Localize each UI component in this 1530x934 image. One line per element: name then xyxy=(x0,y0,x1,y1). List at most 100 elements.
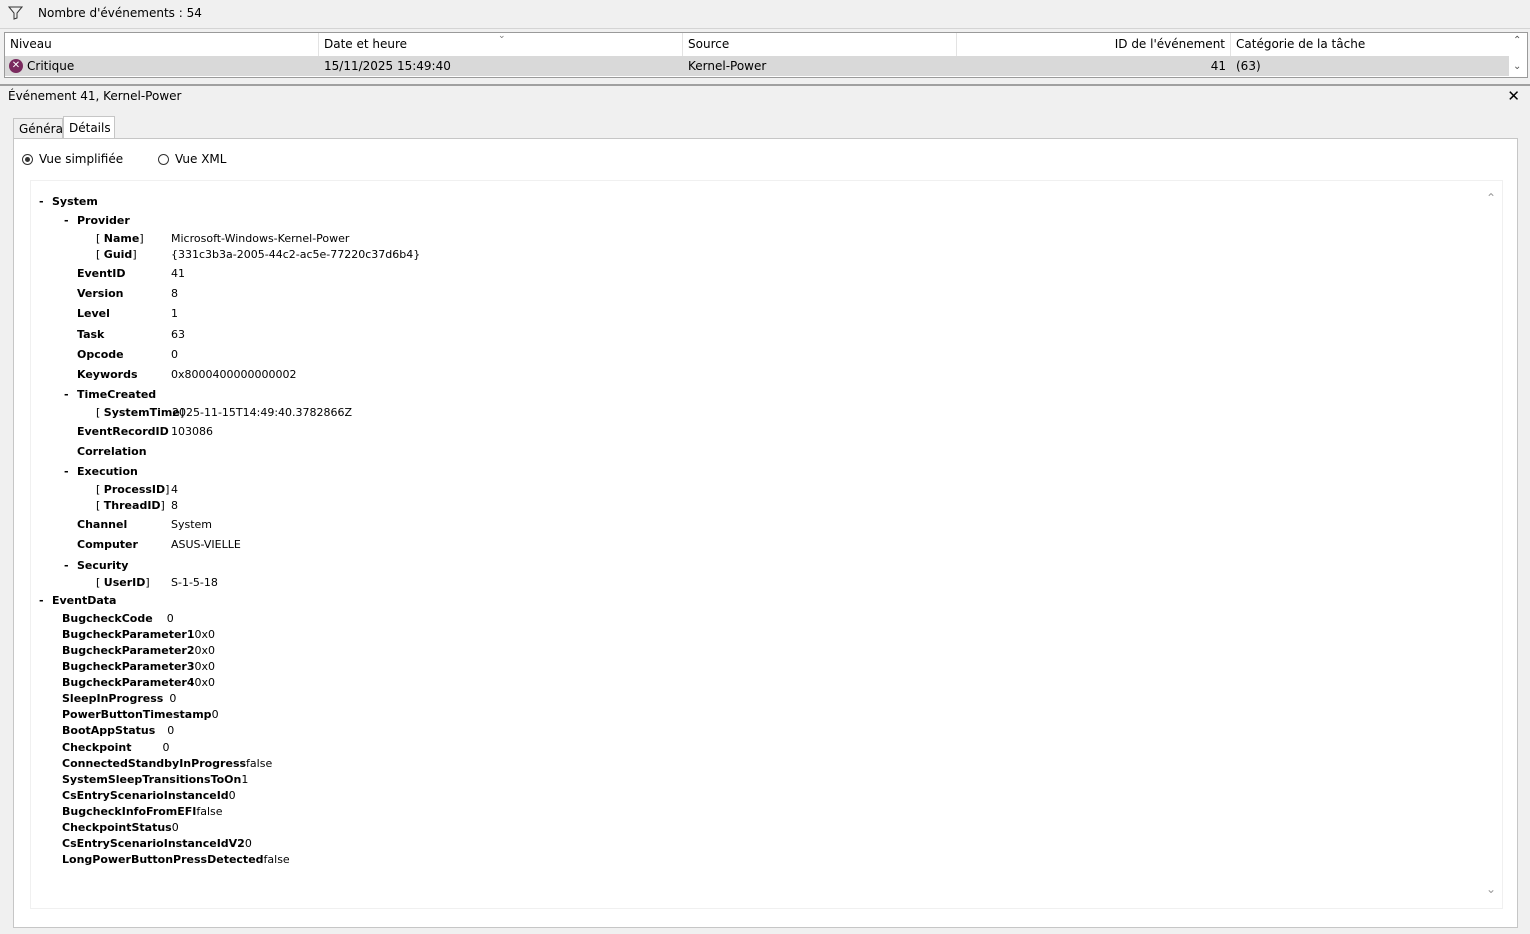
eventdata-value: 0 xyxy=(167,724,175,737)
node-timecreated: TimeCreated xyxy=(77,388,157,401)
node-execution: Execution xyxy=(77,465,138,478)
filter-icon[interactable] xyxy=(8,6,23,20)
field-value: System xyxy=(171,518,213,531)
cell-task-category: (63) xyxy=(1236,59,1261,73)
eventdata-item: BugcheckCode 0 xyxy=(62,612,174,625)
attr-name-key: Name xyxy=(103,232,140,245)
detail-title: Événement 41, Kernel-Power xyxy=(8,89,182,103)
eventdata-value: 0 xyxy=(166,612,174,625)
eventdata-value: 0 xyxy=(211,708,219,721)
eventdata-item: BugcheckParameter30x0 xyxy=(62,660,215,673)
field-value: 1 xyxy=(171,307,178,320)
eventdata-value: 1 xyxy=(241,773,249,786)
column-header-task-category[interactable]: Catégorie de la tâche xyxy=(1231,33,1510,56)
attr-name: [ Name] xyxy=(96,232,144,245)
field-key: EventID xyxy=(77,267,126,280)
table-row[interactable]: ✕ Critique 15/11/2025 15:49:40 Kernel-Po… xyxy=(5,56,1510,76)
eventdata-item: BugcheckParameter40x0 xyxy=(62,676,215,689)
eventdata-key: Checkpoint xyxy=(62,741,132,754)
tab-details[interactable]: Détails xyxy=(63,116,115,139)
eventdata-value: 0 xyxy=(244,837,252,850)
eventdata-key: BugcheckInfoFromEFI xyxy=(62,805,197,818)
collapse-system-icon[interactable]: - xyxy=(39,195,44,208)
column-header-event-id[interactable]: ID de l'événement xyxy=(957,33,1231,56)
eventdata-value: false xyxy=(246,757,273,770)
eventdata-item: LongPowerButtonPressDetectedfalse xyxy=(62,853,290,866)
column-header-source[interactable]: Source xyxy=(683,33,957,56)
eventdata-item: Checkpoint 0 xyxy=(62,741,170,754)
column-header-level[interactable]: Niveau xyxy=(5,33,319,56)
cell-level: Critique xyxy=(27,59,75,73)
eventdata-key: ConnectedStandbyInProgress xyxy=(62,757,247,770)
node-provider: Provider xyxy=(77,214,130,227)
collapse-timecreated-icon[interactable]: - xyxy=(64,388,69,401)
cell-source: Kernel-Power xyxy=(688,59,767,73)
eventdata-key: SleepInProgress xyxy=(62,692,164,705)
collapse-security-icon[interactable]: - xyxy=(64,559,69,572)
eventdata-value: 0 xyxy=(171,821,179,834)
attr-userid-value: S-1-5-18 xyxy=(171,576,218,589)
radio-simple-view[interactable]: Vue simplifiée xyxy=(22,152,123,166)
eventdata-value: 0x0 xyxy=(194,628,216,641)
eventdata-value: 0x0 xyxy=(194,660,216,673)
eventdata-item: CheckpointStatus0 xyxy=(62,821,179,834)
eventdata-key: CsEntryScenarioInstanceId xyxy=(62,789,229,802)
attr-name-value: Microsoft-Windows-Kernel-Power xyxy=(171,232,350,245)
radio-xml-view[interactable]: Vue XML xyxy=(158,152,226,166)
eventdata-value: 0 xyxy=(162,741,170,754)
eventdata-key: LongPowerButtonPressDetected xyxy=(62,853,264,866)
eventdata-item: BugcheckParameter20x0 xyxy=(62,644,215,657)
eventdata-value: 0x0 xyxy=(194,644,216,657)
eventdata-item: SystemSleepTransitionsToOn1 xyxy=(62,773,248,786)
eventdata-value: 0 xyxy=(228,789,236,802)
field-value: 41 xyxy=(171,267,185,280)
event-grid[interactable]: Niveau Date et heure ⌄ Source ID de l'év… xyxy=(4,32,1528,78)
field-key: Channel xyxy=(77,518,128,531)
field-value: 0x8000400000000002 xyxy=(171,368,297,381)
scroll-up-icon[interactable]: ⌃ xyxy=(1486,191,1496,205)
eventdata-item: SleepInProgress 0 xyxy=(62,692,176,705)
field-key: Keywords xyxy=(77,368,138,381)
chevron-up-icon[interactable]: ⌃ xyxy=(1513,35,1521,46)
collapse-execution-icon[interactable]: - xyxy=(64,465,69,478)
scroll-down-icon[interactable]: ⌄ xyxy=(1486,882,1496,896)
attr-processid-key: ProcessID xyxy=(103,483,166,496)
eventdata-key: BugcheckParameter3 xyxy=(62,660,195,673)
field-key: Version xyxy=(77,287,124,300)
cell-event-id: 41 xyxy=(1210,59,1226,73)
tab-content-details: Vue simplifiée Vue XML ⌃ ⌄ - System - Pr… xyxy=(13,138,1518,928)
eventdata-key: SystemSleepTransitionsToOn xyxy=(62,773,242,786)
eventdata-item: PowerButtonTimestamp0 xyxy=(62,708,219,721)
attr-guid-value: {331c3b3a-2005-44c2-ac5e-77220c37d6b4} xyxy=(171,248,421,261)
event-detail-tree[interactable]: ⌃ ⌄ - System - Provider [ Name] Microsof… xyxy=(30,180,1503,909)
node-correlation: Correlation xyxy=(77,445,147,458)
field-key: Opcode xyxy=(77,348,124,361)
close-icon[interactable]: ✕ xyxy=(1507,87,1520,105)
radio-unchecked-icon[interactable] xyxy=(158,153,169,165)
attr-guid-key: Guid xyxy=(103,248,133,261)
attr-guid: [ Guid] xyxy=(96,248,137,261)
chevron-down-icon[interactable]: ⌄ xyxy=(1513,61,1521,72)
attr-userid: [ UserID] xyxy=(96,576,150,589)
node-system: System xyxy=(52,195,98,208)
field-key: EventRecordID xyxy=(77,425,169,438)
eventdata-item: CsEntryScenarioInstanceIdV20 xyxy=(62,837,252,850)
field-value: 0 xyxy=(171,348,178,361)
field-key: Task xyxy=(77,328,105,341)
field-value: 63 xyxy=(171,328,185,341)
tab-general[interactable]: Général xyxy=(13,118,66,138)
grid-scrollbar[interactable]: ⌃ ⌄ xyxy=(1509,33,1527,77)
event-detail-panel: Événement 41, Kernel-Power ✕ Général Dét… xyxy=(0,84,1530,934)
attr-threadid-key: ThreadID xyxy=(103,499,161,512)
sort-descending-icon: ⌄ xyxy=(498,32,506,41)
filter-bar: Nombre d'événements : 54 xyxy=(0,0,1530,29)
field-key: Computer xyxy=(77,538,138,551)
collapse-provider-icon[interactable]: - xyxy=(64,214,69,227)
eventdata-value: 0x0 xyxy=(194,676,216,689)
eventdata-key: PowerButtonTimestamp xyxy=(62,708,212,721)
eventdata-key: BugcheckParameter4 xyxy=(62,676,195,689)
eventdata-value: false xyxy=(263,853,290,866)
collapse-eventdata-icon[interactable]: - xyxy=(39,594,44,607)
radio-checked-icon[interactable] xyxy=(22,153,33,165)
eventdata-item: CsEntryScenarioInstanceId0 xyxy=(62,789,236,802)
